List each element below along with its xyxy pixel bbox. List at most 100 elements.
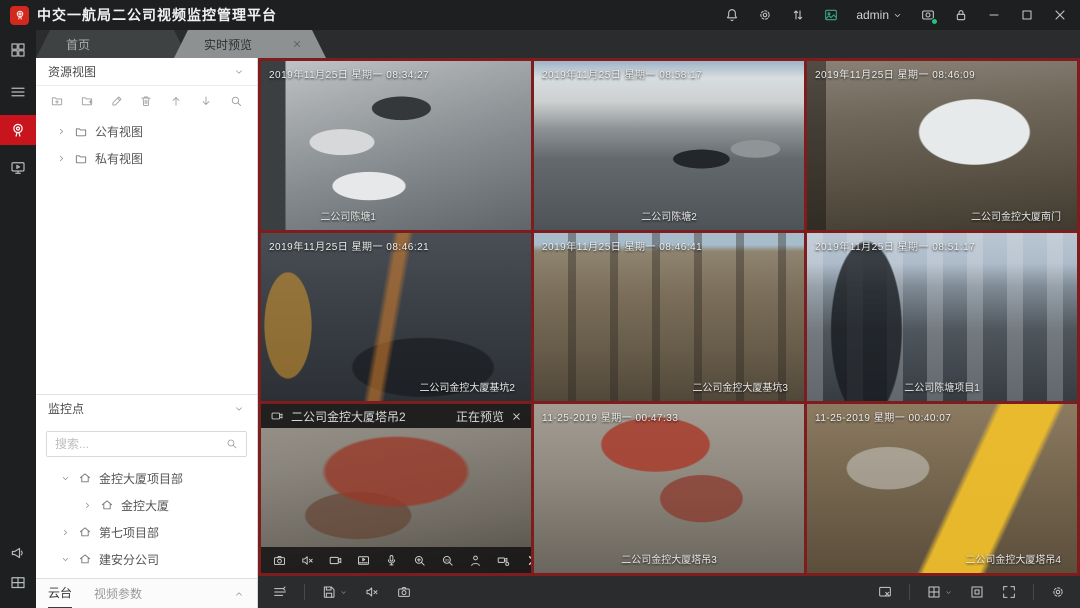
tile-camera-name: 二公司金控大厦塔吊2 <box>291 408 406 425</box>
monitor-tree-item[interactable]: 建安分公司 <box>36 546 257 573</box>
mic-button[interactable] <box>384 553 399 568</box>
delete-icon <box>139 94 153 108</box>
search-icon[interactable] <box>225 437 238 450</box>
mute-button[interactable] <box>364 584 380 600</box>
rail-item-broadcast[interactable] <box>0 538 36 568</box>
single-icon <box>969 584 985 600</box>
monitor-tree-item[interactable]: 第七项目部 <box>36 519 257 546</box>
video-tile-7[interactable]: 二公司金控大厦塔吊2 正在预览 <box>261 404 531 573</box>
rail-item-menu[interactable] <box>0 77 36 107</box>
record-button[interactable] <box>328 553 343 568</box>
preset-button[interactable] <box>468 553 483 568</box>
ptz-setup-button[interactable] <box>496 553 511 568</box>
snapshot-icon <box>396 584 412 600</box>
mute-button[interactable] <box>300 553 315 568</box>
search-button[interactable] <box>229 94 243 108</box>
app-logo-icon <box>10 6 29 25</box>
left-panel: 资源视图 公有视图私有视图 监控点 <box>36 58 258 608</box>
search-input[interactable] <box>55 437 225 451</box>
mic-icon <box>384 553 399 568</box>
video-tile-1[interactable]: 2019年11月25日 星期一 08:34:27二公司陈塘1 <box>261 61 531 230</box>
video-tile-4[interactable]: 2019年11月25日 星期一 08:46:21二公司金控大厦基坑2 <box>261 233 531 402</box>
ptz-tab-0[interactable]: 云台 <box>48 579 72 608</box>
close-button[interactable] <box>1052 7 1068 23</box>
folder-icon <box>74 125 88 139</box>
layout-button[interactable] <box>926 584 953 600</box>
monitor-tree-item[interactable]: 金控大厦项目部 <box>36 465 257 492</box>
resource-tree-item[interactable]: 私有视图 <box>36 145 257 172</box>
folder-new-icon <box>80 94 94 108</box>
folder-add-button[interactable] <box>50 94 64 108</box>
record-icon <box>328 553 343 568</box>
chev-r-icon <box>82 500 93 511</box>
single-button[interactable] <box>969 584 985 600</box>
video-tile-6[interactable]: 2019年11月25日 星期一 08:51:17二公司陈塘项目1 <box>807 233 1077 402</box>
zoom-3d-icon <box>440 553 455 568</box>
snapshot-button[interactable] <box>272 553 287 568</box>
playback-button[interactable] <box>356 553 371 568</box>
stream-icon <box>272 584 288 600</box>
message-image-icon[interactable] <box>823 7 839 23</box>
osd-camera-name: 二公司陈塘项目1 <box>904 379 980 394</box>
lock-icon[interactable] <box>953 7 969 23</box>
video-grid: 2019年11月25日 星期一 08:34:27二公司陈塘12019年11月25… <box>258 58 1080 576</box>
tree-item-label: 第七项目部 <box>99 524 159 541</box>
settings-gear-icon[interactable] <box>757 7 773 23</box>
user-menu[interactable]: admin <box>856 8 903 22</box>
resource-view-title: 资源视图 <box>48 63 96 80</box>
traffic-sort-icon[interactable] <box>790 7 806 23</box>
move-up-button[interactable] <box>169 94 183 108</box>
save-button[interactable] <box>321 584 348 600</box>
stream-button[interactable] <box>272 584 288 600</box>
monitor-tree-item[interactable]: 金控大厦 <box>36 492 257 519</box>
move-down-button[interactable] <box>199 94 213 108</box>
minimize-button[interactable] <box>986 7 1002 23</box>
maximize-button[interactable] <box>1019 7 1035 23</box>
resource-view-header[interactable]: 资源视图 <box>36 58 257 86</box>
resource-toolbar <box>36 86 257 116</box>
zoom-3d-button[interactable] <box>440 553 455 568</box>
rail-item-wall-layout[interactable] <box>0 568 36 598</box>
mute-icon <box>300 553 315 568</box>
snapshot-button[interactable] <box>396 584 412 600</box>
tile-close-icon[interactable] <box>511 411 522 422</box>
title-bar: 中交一航局二公司视频监控管理平台 admin <box>0 0 1080 30</box>
resource-tree-item[interactable]: 公有视图 <box>36 118 257 145</box>
video-tile-2[interactable]: 2019年11月25日 星期一 08:58:17二公司陈塘2 <box>534 61 804 230</box>
rail-item-live-camera[interactable] <box>0 115 36 145</box>
folder-new-button[interactable] <box>80 94 94 108</box>
home-icon <box>78 552 92 566</box>
osd-timestamp: 2019年11月25日 星期一 08:46:41 <box>542 238 702 253</box>
chev-d-icon <box>60 473 71 484</box>
video-stage: 2019年11月25日 星期一 08:34:27二公司陈塘12019年11月25… <box>258 58 1080 608</box>
ptz-tab-1[interactable]: 视频参数 <box>94 579 142 608</box>
preview-status-label: 正在预览 <box>456 408 504 425</box>
monitor-tree: 金控大厦项目部金控大厦第七项目部建安分公司绿地项目北万社区天津陈塘项目部 <box>36 461 257 579</box>
screenshot-status-icon[interactable] <box>920 7 936 23</box>
record-icon <box>270 409 284 423</box>
delete-button[interactable] <box>139 94 153 108</box>
notification-bell-icon[interactable] <box>724 7 740 23</box>
rail-item-video-wall[interactable] <box>0 153 36 183</box>
fullscreen-button[interactable] <box>1001 584 1017 600</box>
folder-icon <box>74 152 88 166</box>
search-icon <box>229 94 243 108</box>
video-tile-9[interactable]: 11-25-2019 星期一 00:40:07二公司金控大厦塔吊4 <box>807 404 1077 573</box>
rail-item-apps-grid[interactable] <box>0 35 36 65</box>
chev-r-icon <box>56 126 67 137</box>
tab-live-preview[interactable]: 实时预览 <box>174 30 326 58</box>
video-tile-3[interactable]: 2019年11月25日 星期一 08:46:09二公司金控大厦南门 <box>807 61 1077 230</box>
more-button[interactable] <box>524 553 531 568</box>
video-tile-8[interactable]: 11-25-2019 星期一 00:47:33二公司金控大厦塔吊3 <box>534 404 804 573</box>
status-bar <box>258 576 1080 608</box>
tab-home[interactable]: 首页 <box>36 30 188 58</box>
settings-button[interactable] <box>1050 584 1066 600</box>
video-tile-5[interactable]: 2019年11月25日 星期一 08:46:41二公司金控大厦基坑3 <box>534 233 804 402</box>
close-all-button[interactable] <box>877 584 893 600</box>
monitor-point-section: 监控点 金控大厦项目部金控大厦第七项目部建安分公司绿地项目北万社区天津陈塘项目部… <box>36 394 257 608</box>
monitor-point-header[interactable]: 监控点 <box>36 395 257 423</box>
zoom-in-icon <box>412 553 427 568</box>
tab-close-icon[interactable] <box>292 39 302 49</box>
edit-button[interactable] <box>110 94 124 108</box>
zoom-in-button[interactable] <box>412 553 427 568</box>
